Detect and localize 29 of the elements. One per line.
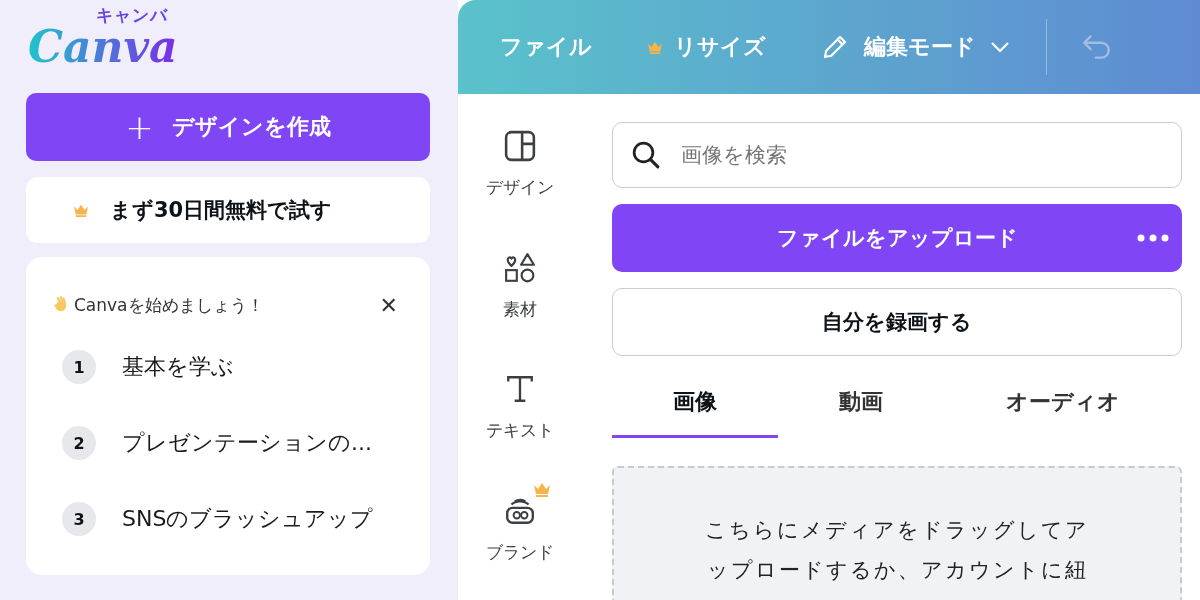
upload-button[interactable]: ファイルをアップロード — [612, 204, 1182, 272]
rail-tab[interactable]: テキスト — [472, 357, 568, 479]
media-tab[interactable]: オーディオ — [944, 368, 1182, 438]
search-field[interactable]: 画像を検索 — [612, 122, 1182, 188]
chevron-down-icon — [990, 41, 1010, 53]
step-link[interactable]: 基本を学ぶ — [122, 352, 234, 382]
rail-tab[interactable]: ブランド — [472, 478, 568, 600]
step-number: 1 — [62, 350, 96, 384]
drop-zone-text: こちらにメディアをドラッグしてアップロードするか、アカウントに紐 — [704, 517, 1090, 584]
step-number: 3 — [62, 502, 96, 536]
text-icon — [504, 373, 536, 405]
onboarding-title: Canvaを始めましょう！ — [74, 293, 265, 317]
create-design-button[interactable]: + デザインを作成 — [26, 93, 430, 161]
close-button[interactable]: ✕ — [373, 292, 404, 318]
more-icon[interactable] — [1136, 233, 1170, 243]
shapes-icon — [504, 251, 536, 284]
logo-subtitle: キャンバ — [96, 6, 168, 25]
search-input[interactable]: 画像を検索 — [679, 142, 1181, 168]
media-tab[interactable]: 画像 — [612, 368, 778, 438]
rail-tab[interactable]: 素材 — [489, 235, 551, 357]
step-link[interactable]: プレゼンテーションの... — [122, 428, 372, 458]
record-button[interactable]: 自分を録画する — [612, 288, 1182, 356]
media-tab[interactable]: 動画 — [778, 368, 944, 438]
rail-tab[interactable]: デザイン — [472, 114, 568, 236]
trial-button[interactable]: まず30日間無料で試す — [26, 177, 430, 243]
search-icon — [631, 140, 661, 170]
step-number: 2 — [62, 426, 96, 460]
step-link[interactable]: SNSのブラッシュアップ — [122, 504, 374, 534]
layout-icon — [504, 130, 536, 162]
